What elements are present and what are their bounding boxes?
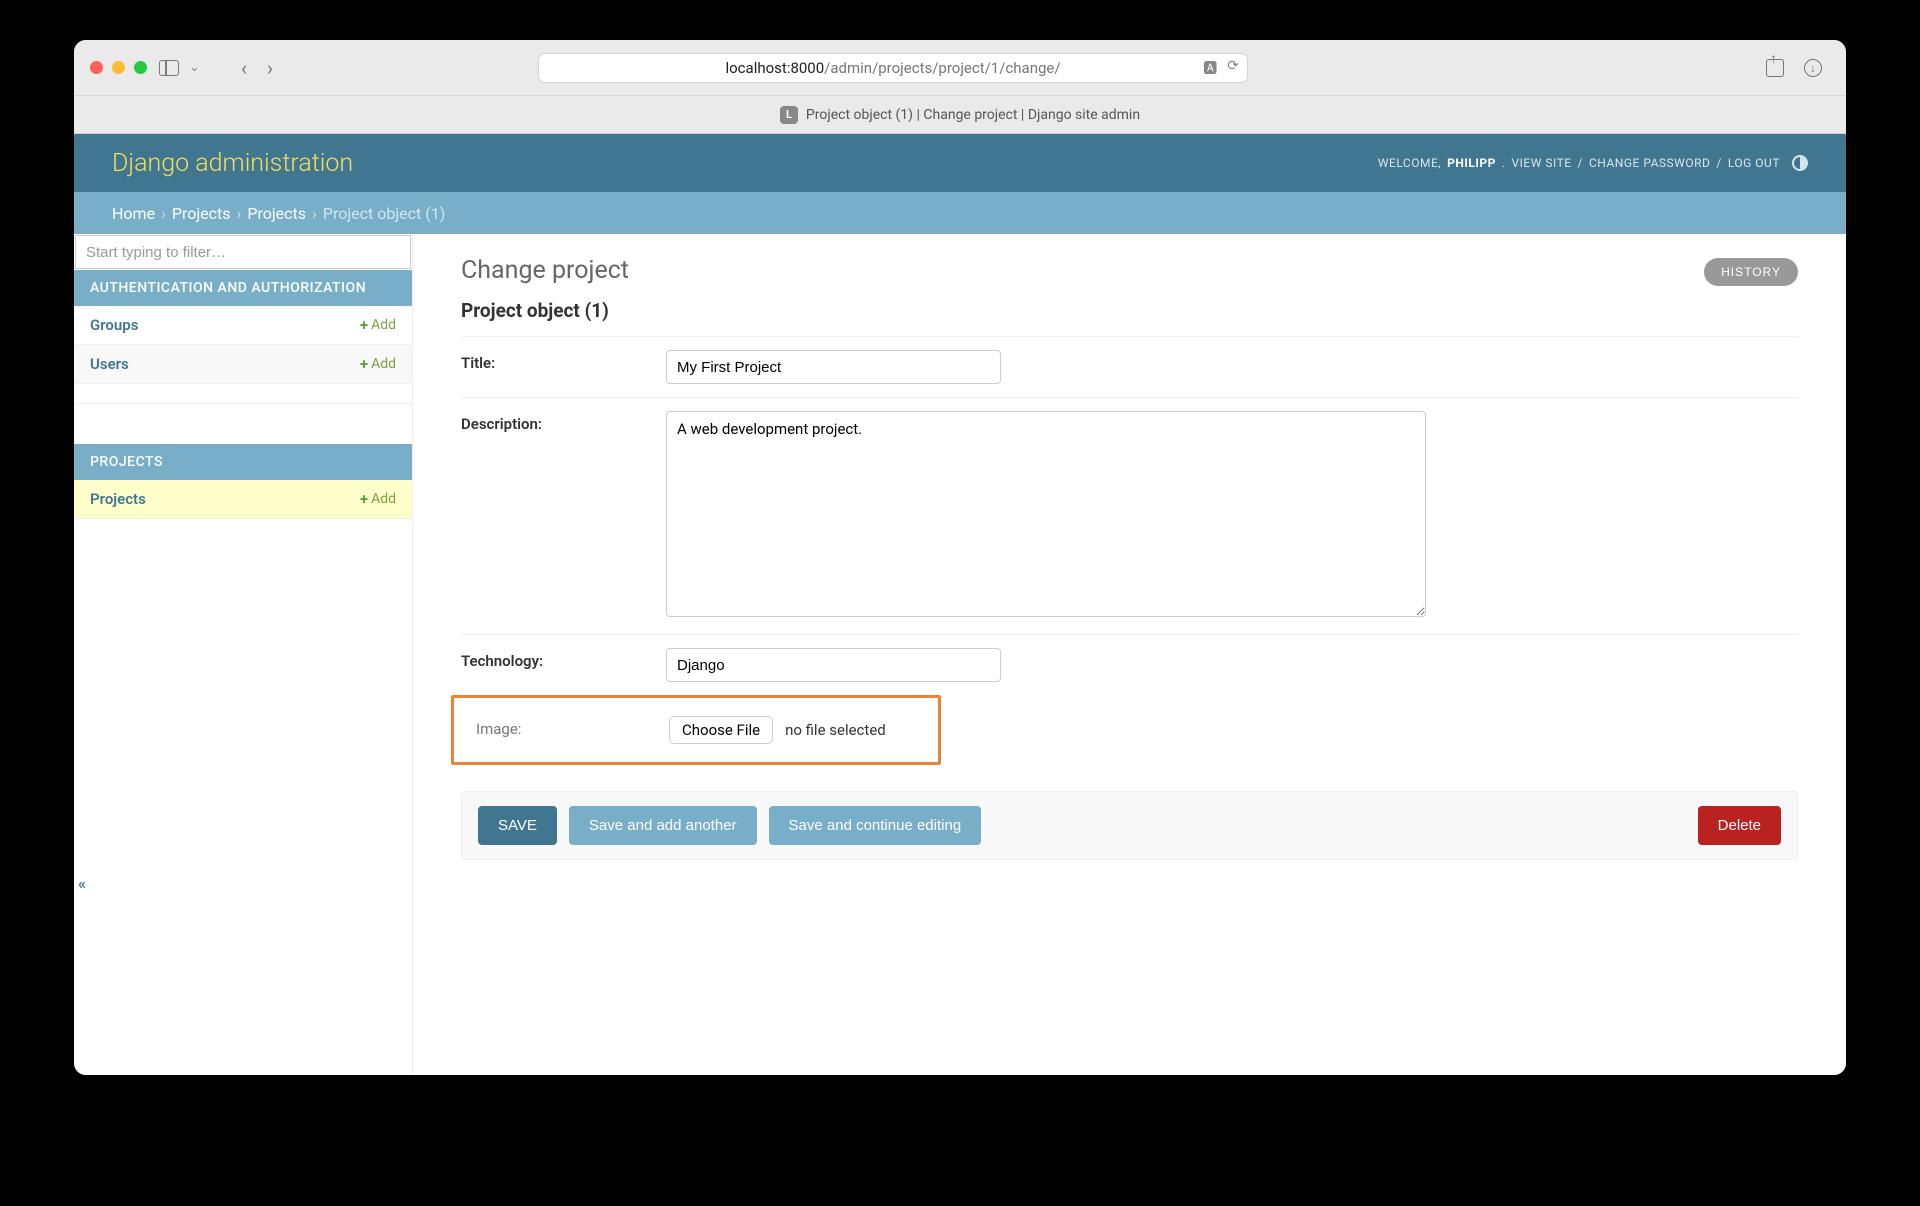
breadcrumb-projects-app[interactable]: Projects xyxy=(172,204,231,223)
sidebar-link-users[interactable]: Users xyxy=(90,355,129,373)
page-heading: Change project xyxy=(461,256,1798,285)
breadcrumb-projects-model[interactable]: Projects xyxy=(247,204,306,223)
chevron-down-icon[interactable]: ⌄ xyxy=(189,60,200,75)
log-out-link[interactable]: LOG OUT xyxy=(1728,156,1780,170)
theme-toggle-icon[interactable] xyxy=(1792,155,1808,171)
downloads-icon[interactable] xyxy=(1804,59,1822,77)
user-links: WELCOME, PHILIPP. VIEW SITE / CHANGE PAS… xyxy=(1378,155,1808,171)
image-label: Image: xyxy=(476,716,669,744)
form-row-image-highlighted: Image: Choose File no file selected xyxy=(451,695,941,765)
history-button[interactable]: HISTORY xyxy=(1704,258,1798,286)
sidebar-collapse-handle[interactable]: « xyxy=(74,874,90,893)
title-input[interactable] xyxy=(666,350,1001,384)
breadcrumb-separator: › xyxy=(161,204,166,223)
sidebar: AUTHENTICATION AND AUTHORIZATION Groups … xyxy=(74,234,413,1075)
welcome-text: WELCOME, xyxy=(1378,156,1441,170)
description-textarea[interactable] xyxy=(666,411,1426,617)
content: HISTORY Change project Project object (1… xyxy=(413,234,1846,1075)
close-window-button[interactable] xyxy=(90,61,103,74)
maximize-window-button[interactable] xyxy=(134,61,147,74)
delete-button[interactable]: Delete xyxy=(1698,806,1781,845)
sidebar-filter-input[interactable] xyxy=(75,235,411,269)
sidebar-toggle-icon[interactable] xyxy=(159,60,179,76)
breadcrumb-current: Project object (1) xyxy=(323,204,445,223)
nav-forward-button[interactable]: › xyxy=(267,56,273,80)
add-user-link[interactable]: +Add xyxy=(360,355,396,373)
plus-icon: + xyxy=(360,355,368,373)
sidebar-link-projects[interactable]: Projects xyxy=(90,490,146,508)
minimize-window-button[interactable] xyxy=(112,61,125,74)
sidebar-item-users: Users +Add xyxy=(74,345,412,384)
sidebar-section-projects[interactable]: PROJECTS xyxy=(74,444,412,480)
tab-favicon: L xyxy=(780,106,798,124)
url-path: /admin/projects/project/1/change/ xyxy=(824,59,1060,77)
username: PHILIPP xyxy=(1447,156,1496,170)
breadcrumb: Home › Projects › Projects › Project obj… xyxy=(74,192,1846,234)
technology-label: Technology: xyxy=(461,648,666,682)
nav-back-button[interactable]: ‹ xyxy=(241,56,247,80)
reload-icon[interactable]: ⟳ xyxy=(1227,58,1239,78)
save-continue-button[interactable]: Save and continue editing xyxy=(769,806,982,845)
translate-icon[interactable]: 🅰 xyxy=(1203,58,1217,78)
description-label: Description: xyxy=(461,411,666,621)
submit-row: SAVE Save and add another Save and conti… xyxy=(461,791,1798,860)
sidebar-item-groups: Groups +Add xyxy=(74,306,412,345)
share-icon[interactable] xyxy=(1766,59,1784,77)
file-status: no file selected xyxy=(785,721,886,739)
form-row-technology: Technology: xyxy=(461,634,1798,695)
sidebar-spacer xyxy=(74,384,412,404)
sidebar-spacer xyxy=(74,404,412,444)
technology-input[interactable] xyxy=(666,648,1001,682)
form-row-description: Description: xyxy=(461,397,1798,634)
plus-icon: + xyxy=(360,316,368,334)
browser-window: ⌄ ‹ › localhost:8000/admin/projects/proj… xyxy=(74,40,1846,1075)
object-title: Project object (1) xyxy=(461,299,1798,322)
url-host: localhost:8000 xyxy=(725,59,824,77)
save-button[interactable]: SAVE xyxy=(478,806,557,845)
breadcrumb-home[interactable]: Home xyxy=(112,204,155,223)
plus-icon: + xyxy=(360,490,368,508)
sidebar-item-projects: Projects +Add xyxy=(74,480,412,519)
breadcrumb-separator: › xyxy=(237,204,242,223)
site-title[interactable]: Django administration xyxy=(112,149,353,178)
sidebar-section-auth[interactable]: AUTHENTICATION AND AUTHORIZATION xyxy=(74,270,412,306)
tab-title[interactable]: Project object (1) | Change project | Dj… xyxy=(806,107,1140,123)
django-header: Django administration WELCOME, PHILIPP. … xyxy=(74,134,1846,192)
browser-toolbar: ⌄ ‹ › localhost:8000/admin/projects/proj… xyxy=(74,40,1846,96)
save-add-another-button[interactable]: Save and add another xyxy=(569,806,757,845)
view-site-link[interactable]: VIEW SITE xyxy=(1512,156,1572,170)
form-row-title: Title: xyxy=(461,336,1798,397)
tab-bar: L Project object (1) | Change project | … xyxy=(74,96,1846,134)
main: « AUTHENTICATION AND AUTHORIZATION Group… xyxy=(74,234,1846,1075)
sidebar-link-groups[interactable]: Groups xyxy=(90,316,138,334)
add-group-link[interactable]: +Add xyxy=(360,316,396,334)
choose-file-button[interactable]: Choose File xyxy=(669,716,773,744)
add-project-link[interactable]: +Add xyxy=(360,490,396,508)
breadcrumb-separator: › xyxy=(312,204,317,223)
title-label: Title: xyxy=(461,350,666,384)
window-controls xyxy=(90,61,147,74)
url-bar[interactable]: localhost:8000/admin/projects/project/1/… xyxy=(538,53,1248,83)
change-password-link[interactable]: CHANGE PASSWORD xyxy=(1589,156,1710,170)
